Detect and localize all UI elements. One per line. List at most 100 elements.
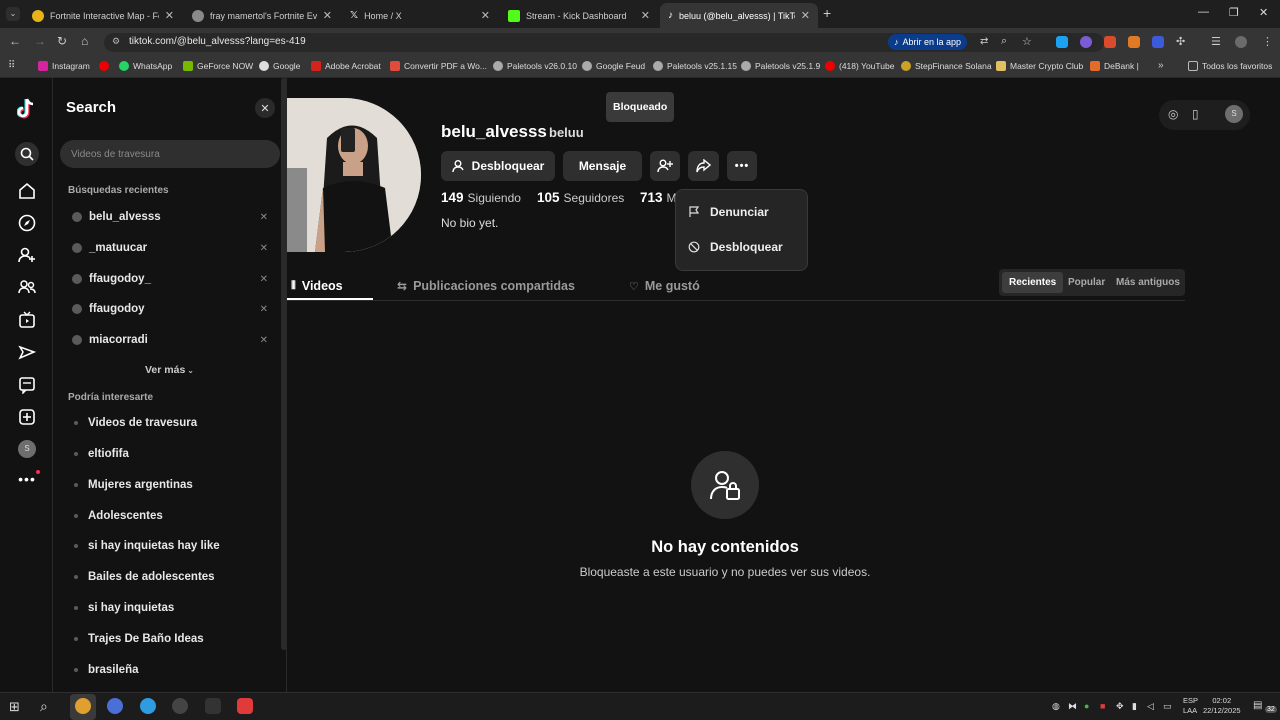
close-window-icon[interactable]: ✕ (1259, 6, 1268, 19)
bookmark-convertir-pdf[interactable]: Convertir PDF a Wo... (390, 61, 487, 71)
suggestion-item[interactable]: Trajes De Baño Ideas (74, 630, 204, 648)
url-text[interactable]: tiktok.com/@belu_alvesss?lang=es-419 (129, 36, 306, 47)
bookmark-youtube[interactable]: (418) YouTube (825, 61, 894, 71)
language-indicator[interactable]: ESP LAA (1183, 696, 1198, 716)
browser-menu-icon[interactable]: ⋮ (1262, 35, 1273, 48)
bookmark-star-icon[interactable]: ☆ (1022, 35, 1032, 48)
browser-tab-tiktok[interactable]: ♪ beluu (@belu_alvesss) | TikTok ✕ (660, 3, 818, 28)
recent-search-item[interactable]: belu_alvesss ✕ (72, 208, 272, 226)
suggest-accounts-button[interactable] (650, 151, 680, 181)
friends-icon[interactable] (16, 276, 38, 298)
app-icon[interactable] (172, 698, 188, 714)
suggestion-item[interactable]: Mujeres argentinas (74, 476, 193, 494)
edge-icon[interactable] (140, 698, 156, 714)
recent-search-item[interactable]: ffaugodoy ✕ (72, 300, 272, 318)
chrome-profile-icon[interactable] (107, 698, 123, 714)
bookmark-master-crypto[interactable]: Master Crypto Club (996, 61, 1083, 71)
extension-icon[interactable] (1056, 36, 1068, 48)
more-dots-icon[interactable]: ••• (16, 468, 40, 490)
bookmark-acrobat[interactable]: Adobe Acrobat (311, 61, 381, 71)
site-info-icon[interactable]: ⚙ (112, 36, 120, 47)
tab-list-icon[interactable]: ⌄ (6, 7, 20, 21)
device-icon[interactable]: ▯ (1192, 107, 1199, 121)
minimize-window-icon[interactable]: — (1198, 6, 1209, 18)
recent-search-item[interactable]: ffaugodoy_ ✕ (72, 270, 272, 288)
tiktok-logo-icon[interactable] (16, 98, 38, 120)
upload-icon[interactable] (16, 406, 38, 428)
all-bookmarks-folder[interactable]: Todos los favoritos (1188, 61, 1272, 71)
activity-icon[interactable] (16, 374, 38, 396)
explore-compass-icon[interactable] (16, 212, 38, 234)
more-options-button[interactable]: ••• (727, 151, 757, 181)
header-avatar[interactable]: S (1225, 105, 1243, 123)
profile-avatar-icon[interactable] (1235, 36, 1247, 48)
tray-icon[interactable]: ⧓ (1068, 701, 1077, 712)
close-tab-icon[interactable]: ✕ (641, 9, 650, 22)
suggestion-item[interactable]: si hay inquietas (74, 599, 174, 617)
message-button[interactable]: Mensaje (563, 151, 642, 181)
recent-search-item[interactable]: _matuucar ✕ (72, 239, 272, 257)
more-bookmarks-icon[interactable]: » (1158, 60, 1164, 71)
suggestion-item[interactable]: Bailes de adolescentes (74, 568, 215, 586)
bookmark-google-feud[interactable]: Google Feud (582, 61, 645, 71)
microphone-icon[interactable]: ▮ (1132, 701, 1137, 712)
tray-icon[interactable]: ■ (1100, 701, 1105, 711)
live-tv-icon[interactable] (16, 309, 38, 331)
bookmark-paletools-1[interactable]: Paletools v26.0.10 (493, 61, 577, 71)
close-tab-icon[interactable]: ✕ (323, 9, 332, 22)
extensions-puzzle-icon[interactable]: ✣ (1176, 35, 1185, 48)
report-menu-item[interactable]: Denunciar (688, 205, 769, 219)
sort-oldest-button[interactable]: Más antiguos (1109, 272, 1187, 293)
notification-icon[interactable]: ▤ (1253, 700, 1262, 711)
remove-recent-icon[interactable]: ✕ (260, 335, 268, 346)
tab-liked[interactable]: ♡ Me gustó (629, 276, 700, 296)
share-button[interactable] (688, 151, 719, 181)
see-more-button[interactable]: Ver más ⌄ (145, 364, 194, 376)
new-tab-button[interactable]: + (823, 5, 831, 21)
bookmark-geforce[interactable]: GeForce NOW (183, 61, 253, 71)
sort-popular-button[interactable]: Popular (1061, 272, 1112, 293)
browser-tab-kick[interactable]: Stream - Kick Dashboard ✕ (500, 3, 658, 28)
search-input[interactable] (60, 140, 280, 168)
tray-icon[interactable]: ✥ (1116, 701, 1124, 712)
unblock-menu-item[interactable]: Desbloquear (688, 240, 783, 254)
suggestion-item[interactable]: eltiofifa (74, 445, 129, 463)
following-count[interactable]: 149 Siguiendo (441, 190, 521, 205)
home-icon[interactable] (16, 180, 38, 202)
sort-recent-button[interactable]: Recientes (1002, 272, 1064, 293)
tray-icon[interactable]: ◍ (1052, 701, 1060, 712)
suggestion-item[interactable]: brasileña (74, 661, 139, 679)
home-icon[interactable]: ⌂ (81, 34, 88, 48)
close-search-button[interactable]: ✕ (255, 98, 275, 118)
remove-recent-icon[interactable]: ✕ (260, 243, 268, 254)
app-red-icon[interactable] (237, 698, 253, 714)
recent-search-item[interactable]: miacorradi ✕ (72, 331, 272, 349)
extension-icon[interactable] (1152, 36, 1164, 48)
reading-list-icon[interactable]: ☰ (1211, 35, 1221, 48)
windows-start-icon[interactable]: ⊞ (9, 699, 20, 715)
bookmark-stepfinance[interactable]: StepFinance Solana (901, 61, 992, 71)
open-in-app-button[interactable]: ♪ Abrir en la app (888, 34, 968, 50)
volume-icon[interactable]: ◁ (1147, 701, 1154, 712)
remove-recent-icon[interactable]: ✕ (260, 212, 268, 223)
browser-tab-fortnite-events[interactable]: fray mamertol's Fortnite Events ✕ (184, 3, 340, 28)
following-icon[interactable] (16, 244, 38, 266)
messages-icon[interactable] (16, 342, 38, 364)
profile-avatar[interactable]: S (16, 438, 38, 460)
suggestion-item[interactable]: Videos de travesura (74, 414, 197, 432)
taskbar-search-icon[interactable]: ⌕ (40, 698, 48, 715)
zoom-icon[interactable]: ⌕ (1001, 35, 1007, 48)
browser-tab-x[interactable]: 𝕏 Home / X ✕ (342, 3, 498, 28)
bookmark-instagram[interactable]: Instagram (38, 61, 90, 71)
apps-grid-icon[interactable]: ⠿ (8, 60, 15, 71)
coins-icon[interactable]: ◎ (1168, 107, 1178, 121)
search-icon[interactable] (15, 142, 39, 166)
remove-recent-icon[interactable]: ✕ (260, 274, 268, 285)
tab-reposts[interactable]: ⇆ Publicaciones compartidas (397, 276, 575, 296)
extension-icon[interactable] (1104, 36, 1116, 48)
taskbar-clock[interactable]: 02:02 22/12/2025 (1203, 696, 1241, 716)
capcut-icon[interactable] (205, 698, 221, 714)
followers-count[interactable]: 105 Seguidores (537, 190, 624, 205)
profile-avatar-photo[interactable] (287, 98, 421, 252)
back-icon[interactable]: ← (9, 34, 21, 48)
